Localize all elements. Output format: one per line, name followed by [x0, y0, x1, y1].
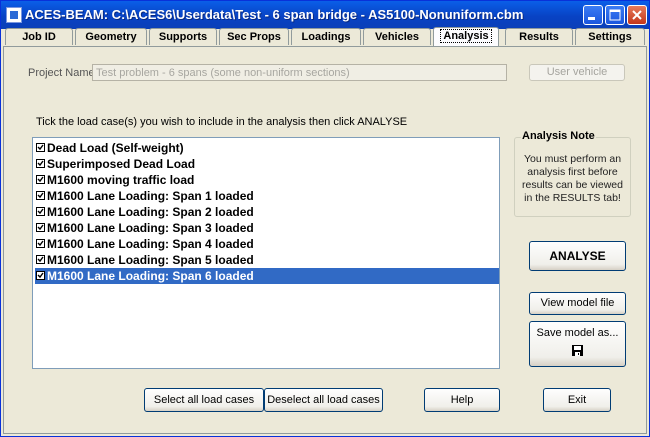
load-case-label: M1600 Lane Loading: Span 4 loaded — [47, 237, 254, 251]
tab-supports[interactable]: Supports — [149, 28, 217, 45]
maximize-button[interactable] — [605, 5, 625, 25]
checkmark-icon — [37, 160, 44, 167]
load-case-label: Superimposed Dead Load — [47, 157, 196, 171]
tab-loadings[interactable]: Loadings — [291, 28, 361, 45]
load-case-label: M1600 Lane Loading: Span 5 loaded — [47, 253, 254, 267]
checkmark-icon — [37, 256, 44, 263]
load-case-item[interactable]: M1600 Lane Loading: Span 1 loaded — [35, 188, 499, 204]
analyse-button[interactable]: ANALYSE — [529, 241, 626, 271]
project-name-field[interactable] — [92, 64, 507, 81]
user-vehicle-button[interactable]: User vehicle — [529, 64, 625, 81]
checkbox[interactable] — [36, 143, 45, 152]
load-case-label: M1600 moving traffic load — [47, 173, 195, 187]
instruction-text: Tick the load case(s) you wish to includ… — [36, 116, 408, 128]
tab-job-id[interactable]: Job ID — [5, 28, 73, 45]
checkmark-icon — [37, 208, 44, 215]
tab-results[interactable]: Results — [505, 28, 573, 45]
close-icon — [632, 10, 642, 20]
tab-vehicles[interactable]: Vehicles — [363, 28, 431, 45]
load-case-label: Dead Load (Self-weight) — [47, 141, 184, 155]
load-case-item[interactable]: Superimposed Dead Load — [35, 156, 499, 172]
load-case-item[interactable]: M1600 Lane Loading: Span 4 loaded — [35, 236, 499, 252]
exit-button[interactable]: Exit — [543, 388, 611, 412]
app-window: ACES-BEAM: C:\ACES6\Userdata\Test - 6 sp… — [0, 0, 650, 437]
load-case-list[interactable]: Dead Load (Self-weight) Superimposed Dea… — [32, 137, 500, 369]
project-name-label: Project Name: — [28, 67, 98, 79]
checkbox[interactable] — [36, 255, 45, 264]
load-case-item[interactable]: Dead Load (Self-weight) — [35, 140, 499, 156]
tab-settings[interactable]: Settings — [575, 28, 645, 45]
checkbox[interactable] — [36, 239, 45, 248]
tab-strip: Job ID Geometry Supports Sec Props Loadi… — [3, 27, 649, 47]
view-model-file-button[interactable]: View model file — [529, 292, 626, 315]
tab-sec-props[interactable]: Sec Props — [219, 28, 289, 45]
checkbox[interactable] — [36, 191, 45, 200]
floppy-disk-icon — [572, 345, 583, 356]
checkmark-icon — [37, 272, 44, 279]
tab-analysis[interactable]: Analysis — [433, 27, 499, 46]
minimize-button[interactable] — [583, 5, 603, 25]
checkmark-icon — [37, 144, 44, 151]
load-case-item-selected[interactable]: M1600 Lane Loading: Span 6 loaded — [35, 268, 499, 284]
app-icon — [6, 7, 22, 23]
select-all-button[interactable]: Select all load cases — [144, 388, 264, 412]
tab-geometry[interactable]: Geometry — [75, 28, 147, 45]
checkbox[interactable] — [36, 271, 45, 280]
checkmark-icon — [37, 176, 44, 183]
load-case-label: M1600 Lane Loading: Span 3 loaded — [47, 221, 254, 235]
maximize-icon — [609, 9, 621, 21]
checkbox[interactable] — [36, 159, 45, 168]
analysis-note-text: You must perform an analysis first befor… — [522, 153, 623, 204]
load-case-item[interactable]: M1600 moving traffic load — [35, 172, 499, 188]
load-case-label: M1600 Lane Loading: Span 2 loaded — [47, 205, 254, 219]
close-button[interactable] — [627, 5, 647, 25]
checkmark-icon — [37, 224, 44, 231]
checkbox[interactable] — [36, 207, 45, 216]
load-case-item[interactable]: M1600 Lane Loading: Span 3 loaded — [35, 220, 499, 236]
load-case-label: M1600 Lane Loading: Span 6 loaded — [47, 269, 254, 283]
window-title: ACES-BEAM: C:\ACES6\Userdata\Test - 6 sp… — [25, 7, 524, 22]
checkbox[interactable] — [36, 223, 45, 232]
minimize-icon — [588, 17, 595, 20]
title-bar[interactable]: ACES-BEAM: C:\ACES6\Userdata\Test - 6 sp… — [1, 1, 649, 29]
save-model-as-button[interactable]: Save model as... — [529, 321, 626, 367]
analysis-note-title: Analysis Note — [521, 130, 596, 142]
load-case-label: M1600 Lane Loading: Span 1 loaded — [47, 189, 254, 203]
save-model-label: Save model as... — [536, 327, 619, 339]
deselect-all-button[interactable]: Deselect all load cases — [264, 388, 383, 412]
help-button[interactable]: Help — [424, 388, 500, 412]
load-case-item[interactable]: M1600 Lane Loading: Span 5 loaded — [35, 252, 499, 268]
checkmark-icon — [37, 192, 44, 199]
load-case-item[interactable]: M1600 Lane Loading: Span 2 loaded — [35, 204, 499, 220]
checkbox[interactable] — [36, 175, 45, 184]
checkmark-icon — [37, 240, 44, 247]
